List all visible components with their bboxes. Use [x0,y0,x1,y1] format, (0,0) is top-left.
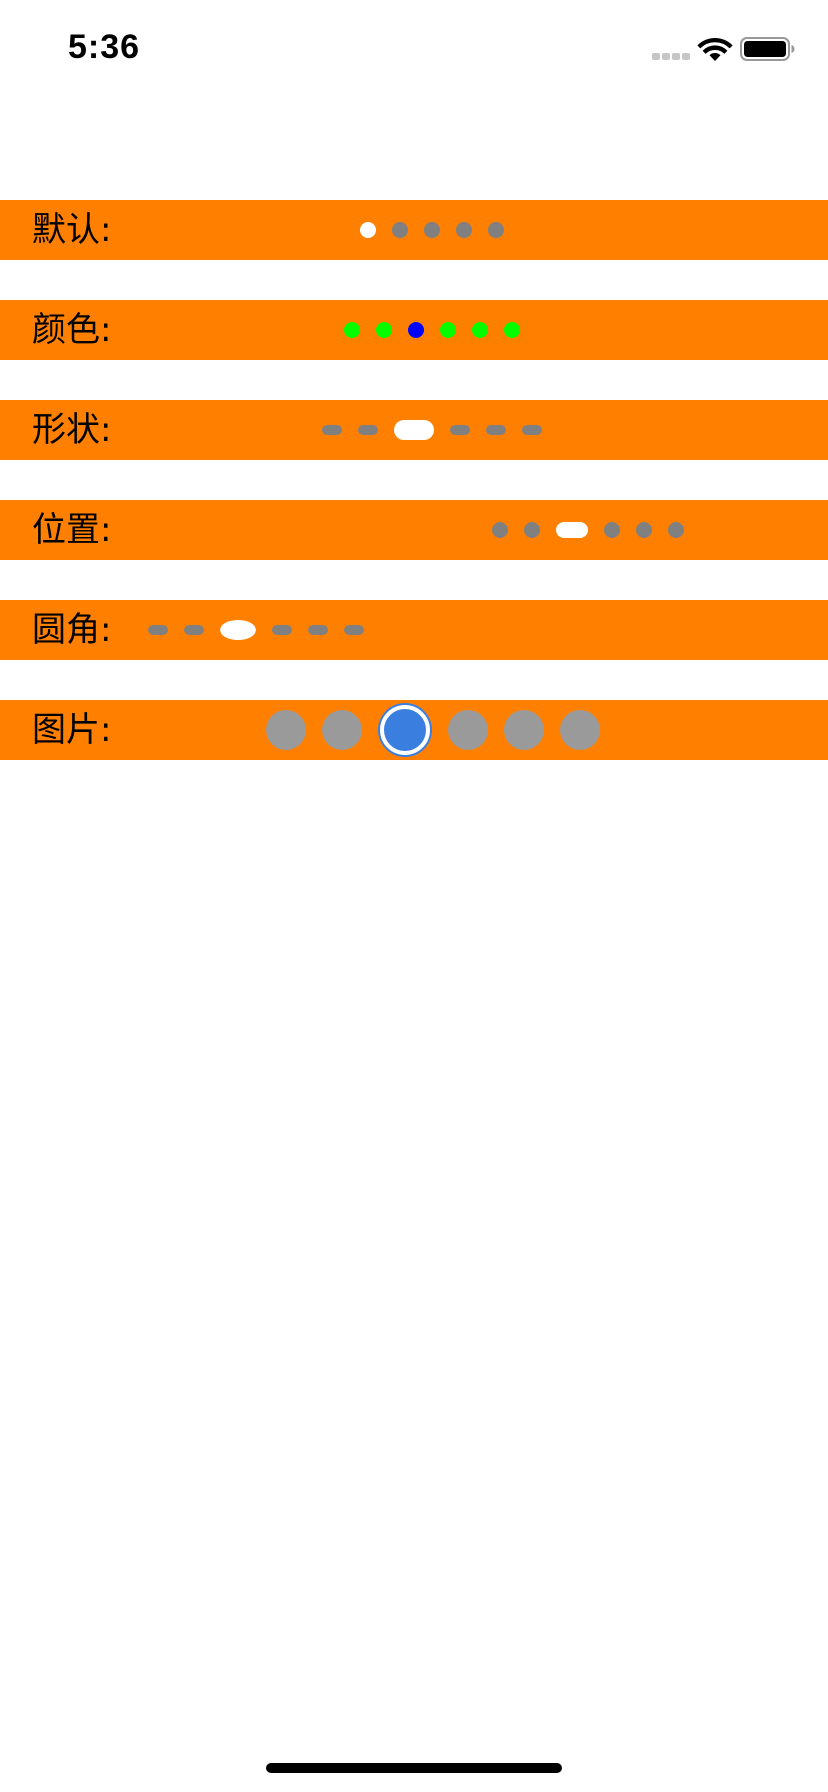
page-dot[interactable] [440,322,456,338]
row-label-color: 颜色: [32,310,112,350]
home-indicator-bar[interactable] [266,1763,562,1773]
page-dot[interactable] [668,522,684,538]
page-dot-active[interactable] [360,222,376,238]
row-image: 图片: [0,700,828,760]
page-dash[interactable] [522,425,542,435]
row-corner: 圆角: [0,600,828,660]
page-control-demo-screen: 5:36 默认: 颜色: 形状: 位置: 圆角: 图片: [0,0,828,1792]
page-dash[interactable] [322,425,342,435]
row-position: 位置: [0,500,828,560]
page-image-dot[interactable] [448,710,488,750]
status-bar: 5:36 [0,0,828,100]
page-dash[interactable] [308,625,328,635]
page-dash[interactable] [486,425,506,435]
page-control-image[interactable] [266,700,616,760]
page-dot[interactable] [604,522,620,538]
cellular-signal-dots-icon [652,53,692,61]
page-image-dot[interactable] [560,710,600,750]
page-dash[interactable] [344,625,364,635]
page-dash-active[interactable] [220,620,256,640]
page-dash[interactable] [184,625,204,635]
page-dot-active[interactable] [556,522,588,538]
page-dot[interactable] [472,322,488,338]
page-image-dot[interactable] [504,710,544,750]
page-dot[interactable] [456,222,472,238]
page-control-position[interactable] [492,500,700,560]
page-dot[interactable] [636,522,652,538]
page-control-default[interactable] [360,200,520,260]
page-control-color[interactable] [344,300,536,360]
row-default: 默认: [0,200,828,260]
page-dot[interactable] [524,522,540,538]
page-dash[interactable] [450,425,470,435]
page-dot[interactable] [376,322,392,338]
row-shape: 形状: [0,400,828,460]
page-dash[interactable] [272,625,292,635]
page-dash[interactable] [148,625,168,635]
page-dot[interactable] [488,222,504,238]
row-label-shape: 形状: [32,410,112,450]
page-dash[interactable] [358,425,378,435]
page-dot[interactable] [392,222,408,238]
page-dot[interactable] [424,222,440,238]
row-label-default: 默认: [32,210,112,250]
battery-full-icon [740,37,795,61]
page-dot[interactable] [492,522,508,538]
row-color: 颜色: [0,300,828,360]
row-label-position: 位置: [32,510,112,550]
page-dot[interactable] [504,322,520,338]
status-time: 5:36 [68,28,141,66]
page-dot-active[interactable] [408,322,424,338]
page-dot[interactable] [344,322,360,338]
row-label-image: 图片: [32,710,112,750]
page-dash-active[interactable] [394,420,434,440]
page-control-shape[interactable] [322,400,558,460]
page-image-dot[interactable] [322,710,362,750]
page-image-dot-active[interactable] [380,705,430,755]
page-control-corner[interactable] [148,600,380,660]
page-image-dot[interactable] [266,710,306,750]
row-label-corner: 圆角: [32,610,112,650]
wifi-icon [697,37,733,61]
